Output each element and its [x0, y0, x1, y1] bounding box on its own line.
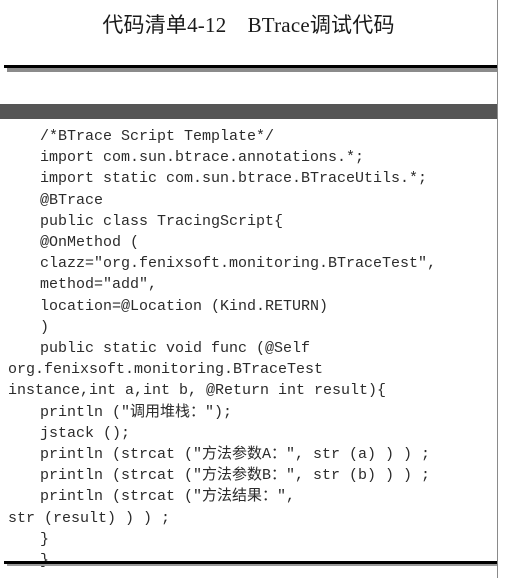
code-line: @OnMethod ( — [40, 234, 140, 252]
code-block-header-band — [0, 104, 497, 119]
code-line: ) — [40, 318, 50, 336]
code-line: } — [40, 530, 50, 548]
code-line: import com.sun.btrace.annotations.*; — [40, 149, 365, 167]
bottom-divider-shadow — [7, 564, 497, 566]
code-line: println (strcat ("方法参数A：", str (a) ) ) ; — [40, 446, 431, 464]
code-line: jstack (); — [40, 424, 131, 442]
code-line: println ("调用堆栈："); — [40, 403, 233, 421]
page-edge-rule — [497, 0, 498, 578]
code-line: public class TracingScript{ — [40, 212, 284, 230]
code-line: println (strcat ("方法参数B：", str (b) ) ) ; — [40, 467, 431, 485]
code-line: instance,int a,int b, @Return int result… — [8, 382, 387, 400]
caption-divider-rule — [4, 65, 497, 73]
code-line: org.fenixsoft.monitoring.BTraceTest — [8, 361, 324, 379]
code-line: str (result) ) ) ; — [8, 509, 171, 527]
code-line: println (strcat ("方法结果：", — [40, 488, 296, 506]
code-line: import static com.sun.btrace.BTraceUtils… — [40, 170, 428, 188]
caption-divider-shadow — [7, 68, 497, 72]
code-line: @BTrace — [40, 191, 104, 209]
code-line: public static void func (@Self — [40, 340, 311, 358]
listing-caption: 代码清单4-12 BTrace调试代码 — [102, 13, 395, 37]
code-line: /*BTrace Script Template*/ — [40, 128, 275, 145]
code-line: clazz="org.fenixsoft.monitoring.BTraceTe… — [40, 255, 437, 273]
code-line: method="add", — [40, 276, 158, 294]
code-line: location=@Location (Kind.RETURN) — [40, 297, 329, 315]
code-listing: /*BTrace Script Template*/ import com.sun… — [0, 126, 497, 571]
bottom-divider-rule — [4, 561, 497, 568]
